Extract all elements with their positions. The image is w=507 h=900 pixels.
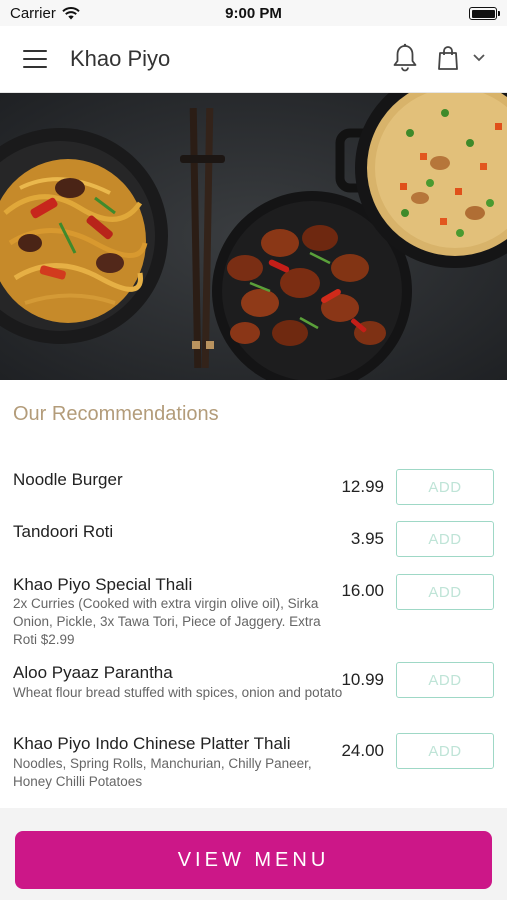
add-button[interactable]: ADD [396,574,494,610]
add-button[interactable]: ADD [396,662,494,698]
item-description: Noodles, Spring Rolls, Manchurian, Chill… [13,756,312,789]
menu-icon[interactable] [23,50,47,68]
item-price: 16.00 [341,581,384,600]
battery-icon [469,7,500,20]
view-menu-button[interactable]: VIEW MENU [15,831,492,889]
status-time: 9:00 PM [225,5,282,22]
item-name: Khao Piyo Indo Chinese Platter Thali [13,734,291,753]
item-name: Tandoori Roti [13,522,114,541]
item-name: Aloo Pyaaz Parantha [13,663,173,682]
item-price: 24.00 [341,741,384,760]
item-price: 12.99 [341,477,384,496]
item-description: Wheat flour bread stuffed with spices, o… [13,685,343,700]
item-price: 10.99 [341,670,384,689]
item-description: 2x Curries (Cooked with extra virgin oli… [13,596,321,647]
app-title: Khao Piyo [70,46,171,71]
shopping-bag-icon[interactable] [437,45,459,71]
add-button[interactable]: ADD [396,521,494,557]
item-name: Noodle Burger [13,470,123,489]
hero-food-image [0,93,507,380]
item-name: Khao Piyo Special Thali [13,575,193,594]
add-button[interactable]: ADD [396,733,494,769]
item-price: 3.95 [350,529,384,548]
status-bar: Carrier 9:00 PM [0,0,507,26]
app-header: Khao Piyo [0,26,507,93]
bell-icon[interactable] [391,43,419,73]
chevron-down-icon[interactable] [472,52,486,64]
add-button[interactable]: ADD [396,469,494,505]
section-title: Our Recommendations [13,403,219,425]
